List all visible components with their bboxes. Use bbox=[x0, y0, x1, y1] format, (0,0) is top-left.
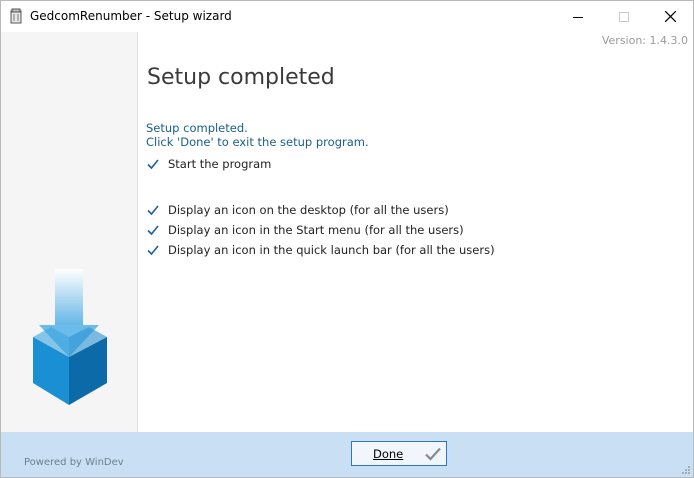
version-label: Version: 1.4.3.0 bbox=[601, 34, 688, 47]
start-program-checkbox[interactable] bbox=[146, 157, 160, 171]
start-menu-icon-checkbox[interactable] bbox=[146, 223, 160, 237]
checkmark-icon bbox=[147, 159, 159, 170]
start-program-label: Start the program bbox=[168, 157, 272, 171]
desktop-icon-checkbox[interactable] bbox=[146, 203, 160, 217]
checkmark-icon bbox=[425, 447, 441, 461]
completion-message: Setup completed. Click 'Done' to exit th… bbox=[146, 121, 369, 149]
window-title: GedcomRenumber - Setup wizard bbox=[30, 9, 232, 23]
minimize-icon bbox=[573, 16, 583, 18]
package-icon bbox=[10, 8, 22, 24]
left-panel bbox=[1, 32, 138, 432]
maximize-icon bbox=[619, 11, 629, 22]
resize-grip-icon[interactable] bbox=[681, 465, 691, 475]
quick-launch-icon-label: Display an icon in the quick launch bar … bbox=[168, 243, 495, 257]
checkmark-icon bbox=[147, 205, 159, 216]
quick-launch-icon-option[interactable]: Display an icon in the quick launch bar … bbox=[146, 242, 495, 258]
checkmark-icon bbox=[147, 245, 159, 256]
done-button-label: Done bbox=[373, 447, 404, 461]
page-title: Setup completed bbox=[147, 65, 335, 90]
close-button[interactable] bbox=[647, 1, 693, 32]
powered-by-label: Powered by WinDev bbox=[24, 457, 124, 468]
maximize-button[interactable] bbox=[601, 1, 647, 32]
title-bar[interactable]: GedcomRenumber - Setup wizard bbox=[1, 1, 693, 32]
desktop-icon-label: Display an icon on the desktop (for all … bbox=[168, 203, 449, 217]
main-content: Version: 1.4.3.0 Setup completed Setup c… bbox=[138, 32, 693, 432]
quick-launch-icon-checkbox[interactable] bbox=[146, 243, 160, 257]
close-icon bbox=[664, 11, 676, 22]
start-program-option[interactable]: Start the program bbox=[146, 156, 271, 172]
checkmark-icon bbox=[147, 225, 159, 236]
download-box-icon bbox=[33, 269, 107, 405]
desktop-icon-option[interactable]: Display an icon on the desktop (for all … bbox=[146, 202, 449, 218]
start-menu-icon-option[interactable]: Display an icon in the Start menu (for a… bbox=[146, 222, 464, 238]
done-button[interactable]: Done bbox=[351, 441, 447, 466]
footer-bar: Powered by WinDev Done bbox=[1, 432, 693, 477]
minimize-button[interactable] bbox=[555, 1, 601, 32]
message-line-2: Click 'Done' to exit the setup program. bbox=[146, 135, 369, 149]
setup-window: GedcomRenumber - Setup wizard Version: 1… bbox=[0, 0, 694, 478]
message-line-1: Setup completed. bbox=[146, 121, 248, 135]
start-menu-icon-label: Display an icon in the Start menu (for a… bbox=[168, 223, 464, 237]
